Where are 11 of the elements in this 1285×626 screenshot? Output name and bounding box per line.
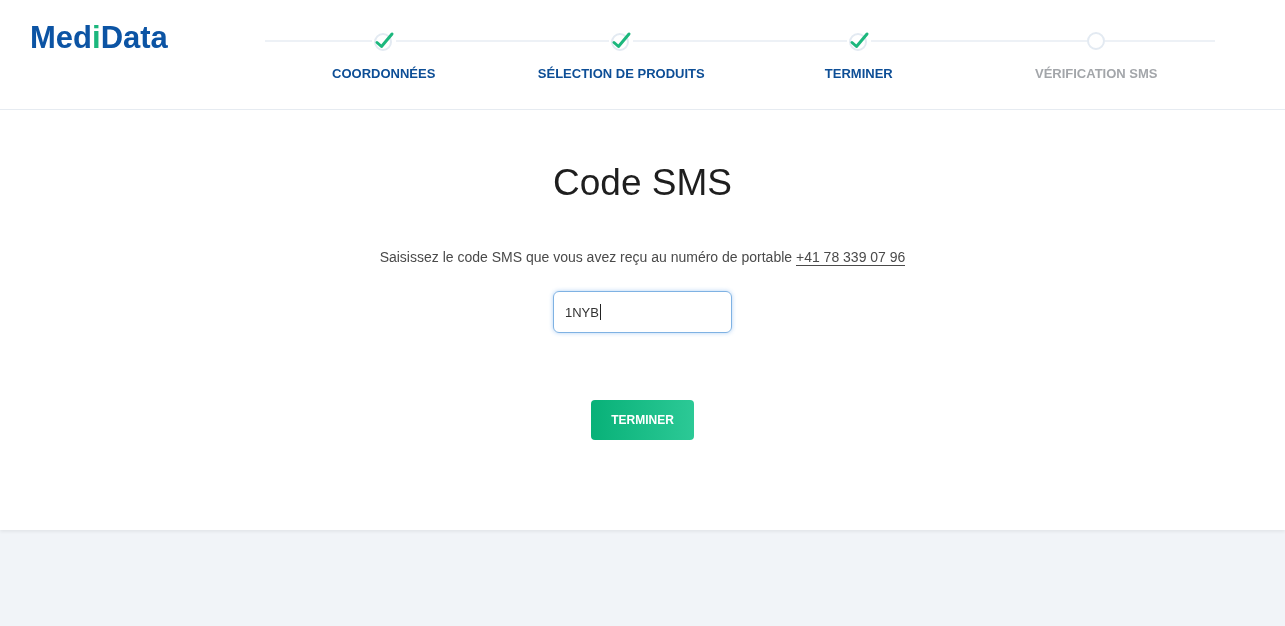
step-label: VÉRIFICATION SMS bbox=[1034, 66, 1158, 82]
phone-number-link[interactable]: +41 78 339 07 96 bbox=[795, 249, 906, 266]
text-caret-icon bbox=[599, 304, 601, 320]
instruction-text: Saisissez le code SMS que vous avez reçu au numéro de portable +41 78 339 07 96 bbox=[379, 248, 906, 267]
step-label: COORDONNÉES bbox=[332, 66, 436, 82]
step-label: TERMINER bbox=[824, 66, 893, 82]
sms-code-value: 1NYB bbox=[565, 304, 599, 320]
medidata-logo: MediData bbox=[30, 20, 168, 56]
sms-code-input-field[interactable]: 1NYB bbox=[553, 291, 732, 333]
step-label: SÉLECTION DE PRODUITS bbox=[537, 66, 705, 82]
page-title: Code SMS bbox=[553, 161, 732, 205]
